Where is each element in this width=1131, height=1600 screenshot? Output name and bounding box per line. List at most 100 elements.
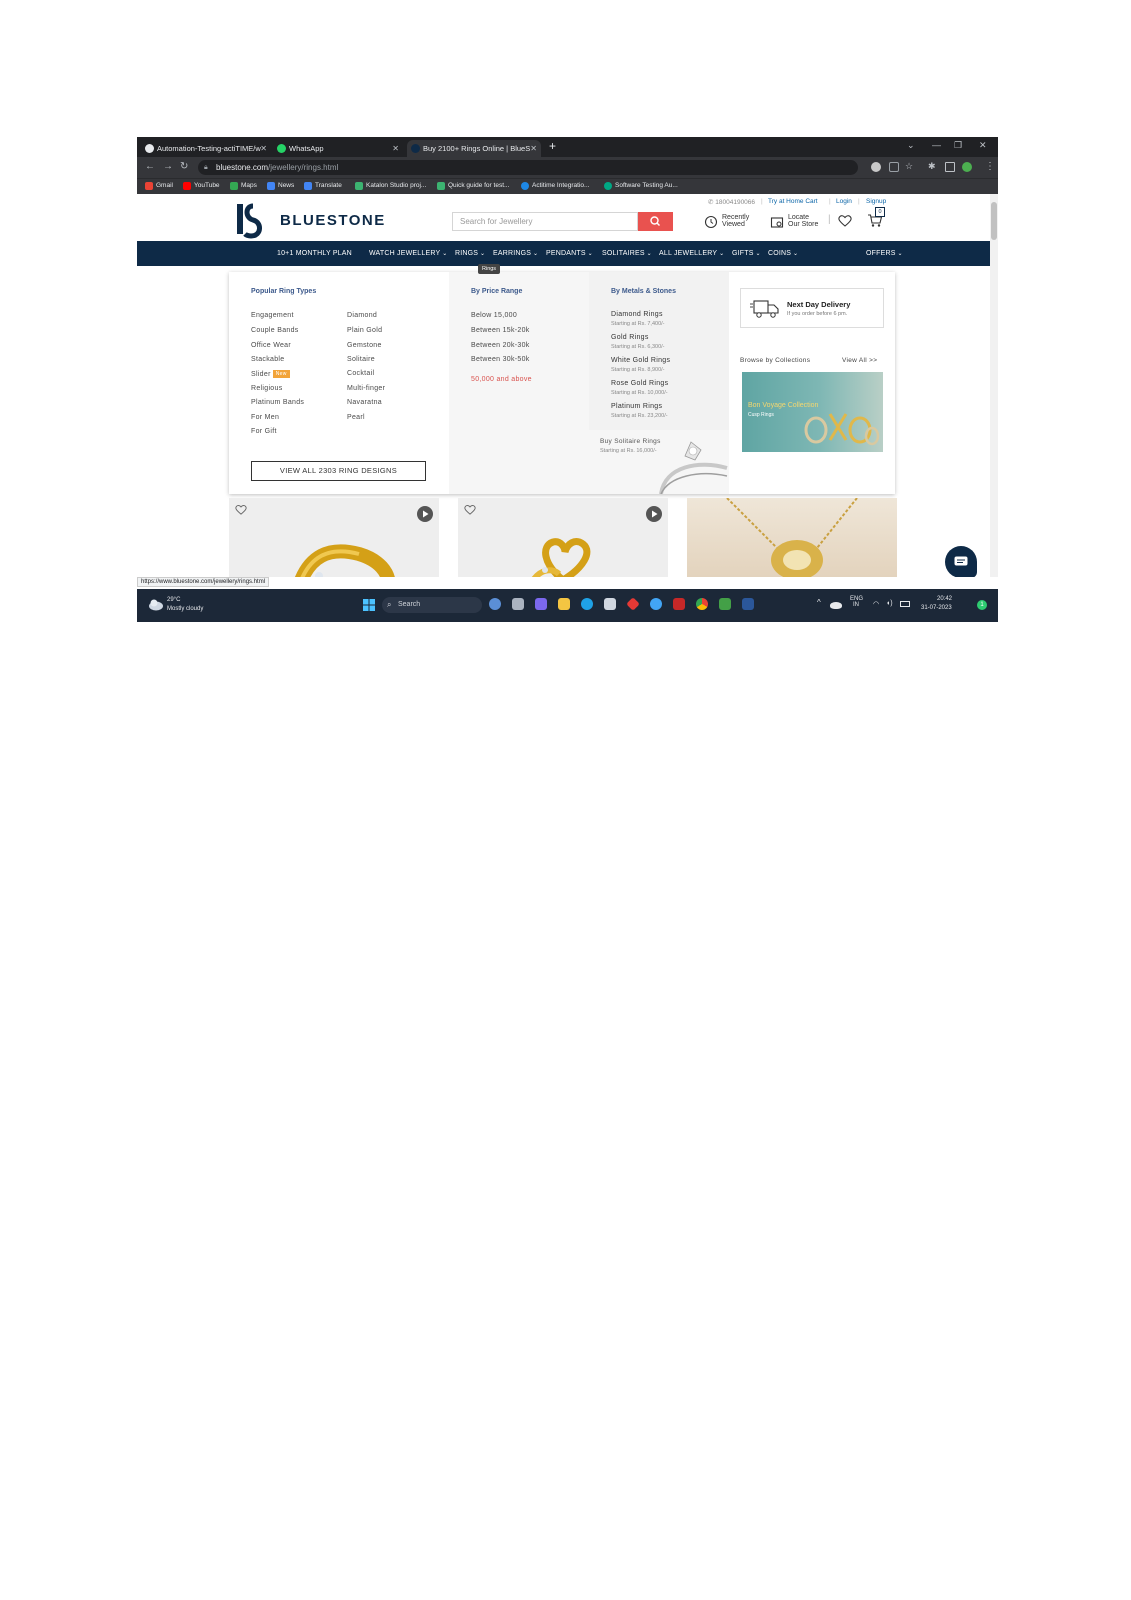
chat-button[interactable] [945,546,977,577]
ring-type-link[interactable]: Plain Gold [347,327,382,334]
product-card[interactable] [229,498,439,577]
windows-start-icon[interactable] [363,599,375,611]
browser-tab-github[interactable]: Automation-Testing-actiTIME/w ✕ [141,140,271,157]
taskbar-search[interactable]: ⌕ Search [382,597,482,613]
ring-type-link[interactable]: Couple Bands [251,327,299,334]
search-input[interactable]: Search for Jewellery [452,212,638,231]
bluestone-logo-icon[interactable] [231,200,269,244]
ring-type-link[interactable]: Office Wear [251,342,291,349]
ring-type-link[interactable]: For Men [251,414,279,421]
minimize-icon[interactable]: — [932,140,941,150]
widgets-icon[interactable] [489,598,501,610]
ring-type-link[interactable]: Gemstone [347,342,382,349]
close-tab-icon[interactable]: ✕ [530,140,537,157]
search-button[interactable] [638,212,673,231]
nav-offers[interactable]: OFFERS ⌄ [866,241,903,266]
tab-search-icon[interactable]: ⌄ [907,140,915,151]
collections-view-all-link[interactable]: View All >> [842,357,877,364]
browser-tab-whatsapp[interactable]: WhatsApp ✕ [273,140,403,157]
share-icon[interactable] [889,162,899,172]
scrollbar-thumb[interactable] [991,202,997,240]
wishlist-heart-icon[interactable] [464,504,476,515]
side-panel-icon[interactable] [945,162,955,172]
close-window-icon[interactable]: ✕ [979,140,987,151]
forward-icon[interactable]: → [163,161,173,172]
ring-type-link[interactable]: Engagement [251,312,294,319]
page-scrollbar[interactable] [990,194,998,577]
new-tab-icon[interactable]: + [549,139,556,153]
wishlist-heart-icon[interactable] [235,504,247,515]
browser-tab-bluestone[interactable]: Buy 2100+ Rings Online | BlueS ✕ [407,140,541,157]
metal-link[interactable]: Gold Rings [611,334,649,341]
nav-coins[interactable]: COINS ⌄ [768,241,798,266]
signup-link[interactable]: Signup [866,198,886,205]
battery-icon[interactable] [900,601,910,607]
metal-link[interactable]: Platinum Rings [611,403,662,410]
address-bar[interactable]: 🔒︎ bluestone.com/jewellery/rings.html [198,160,858,175]
nav-monthly-plan[interactable]: 10+1 MONTHLY PLAN [277,241,352,266]
more-menu-icon[interactable]: ⋮ [985,161,995,172]
weather-cloud-icon[interactable] [147,598,165,611]
bookmark-youtube[interactable]: YouTube [183,181,220,191]
wifi-icon[interactable]: ◠ [873,600,879,608]
bookmark-maps[interactable]: Maps [230,181,257,191]
notification-badge[interactable]: 1 [977,600,987,610]
bookmark-quick-guide[interactable]: Quick guide for test... [437,181,509,191]
ring-type-link[interactable]: Pearl [347,414,365,421]
nav-watch-jewellery[interactable]: WATCH JEWELLERY ⌄ [369,241,447,266]
edge-browser-icon[interactable] [581,598,593,610]
ring-type-link[interactable]: Stackable [251,356,284,363]
store-icon[interactable] [604,598,616,610]
product-card[interactable] [458,498,668,577]
close-tab-icon[interactable]: ✕ [260,140,267,157]
price-range-link[interactable]: Between 30k-50k [471,356,530,363]
bookmark-actitime[interactable]: Actitime Integratio... [521,181,589,191]
product-card[interactable] [687,498,897,577]
ring-type-link[interactable]: Diamond [347,312,377,319]
view-all-rings-button[interactable]: VIEW ALL 2303 RING DESIGNS [251,461,426,481]
close-tab-icon[interactable]: ✕ [392,140,399,157]
nav-all-jewellery[interactable]: ALL JEWELLERY ⌄ [659,241,724,266]
app-icon[interactable] [719,598,731,610]
maximize-icon[interactable]: ❐ [954,140,962,151]
ring-type-link[interactable]: Religious [251,385,283,392]
app-icon[interactable] [626,597,640,611]
price-range-link[interactable]: Below 15,000 [471,312,517,319]
profile-avatar[interactable] [962,162,972,172]
ring-type-link[interactable]: Cocktail [347,370,374,377]
language-indicator[interactable]: ENG IN [850,596,863,608]
play-video-icon[interactable] [646,506,662,522]
try-at-home-link[interactable]: Try at Home Cart [768,198,818,205]
show-hidden-icons-icon[interactable]: ^ [817,598,821,607]
price-range-link[interactable]: Between 15k-20k [471,327,530,334]
extensions-icon[interactable]: ✱ [928,161,936,172]
bookmark-news[interactable]: News [267,181,294,191]
ring-type-link[interactable]: Navaratna [347,399,382,406]
app-icon[interactable] [650,598,662,610]
next-day-delivery-card[interactable]: Next Day Delivery If you order before 6 … [740,288,884,328]
bon-voyage-collection-banner[interactable]: Bon Voyage Collection Cusp Rings [742,372,883,452]
bookmark-star-icon[interactable]: ☆ [905,161,913,172]
metal-link[interactable]: Rose Gold Rings [611,380,668,387]
metal-link[interactable]: White Gold Rings [611,357,670,364]
wishlist-heart-icon[interactable] [838,214,852,227]
nav-pendants[interactable]: PENDANTS ⌄ [546,241,593,266]
onedrive-cloud-icon[interactable] [830,602,842,609]
bookmark-translate[interactable]: Translate [304,181,342,191]
nav-solitaires[interactable]: SOLITAIRES ⌄ [602,241,652,266]
bookmark-katalon[interactable]: Katalon Studio proj... [355,181,426,191]
logo-wordmark[interactable]: BLUESTONE [280,212,386,229]
ring-type-link-slider[interactable]: Slider New [251,370,290,378]
clock-date[interactable]: 31-07-2023 [921,605,952,611]
play-video-icon[interactable] [417,506,433,522]
bookmark-software-testing[interactable]: Software Testing Au... [604,181,678,191]
word-icon[interactable] [742,598,754,610]
ring-type-link[interactable]: Solitaire [347,356,375,363]
bookmark-gmail[interactable]: Gmail [145,181,173,191]
ring-type-link[interactable]: For Gift [251,428,277,435]
nav-earrings[interactable]: EARRINGS ⌄ [493,241,538,266]
back-icon[interactable]: ← [145,161,155,172]
chrome-icon[interactable] [696,598,708,610]
google-lens-icon[interactable] [871,162,881,172]
nav-gifts[interactable]: GIFTS ⌄ [732,241,761,266]
